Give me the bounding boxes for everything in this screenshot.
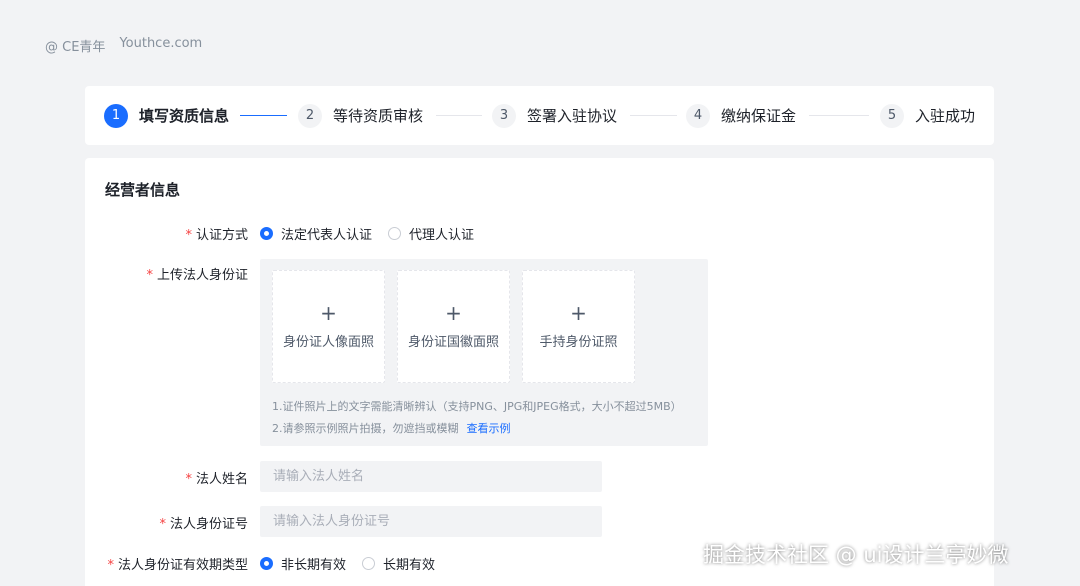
plus-icon: + — [445, 301, 462, 325]
step-number: 1 — [104, 103, 128, 128]
step-label: 入驻成功 — [915, 107, 976, 125]
auth-method-label: * 认证方式 — [185, 228, 248, 243]
brand-name: @ CE青年 — [45, 40, 106, 55]
radio-unchecked-icon[interactable] — [388, 227, 402, 240]
radio-non-permanent[interactable]: 非长期有效 — [260, 554, 346, 573]
required-mark: * — [146, 268, 153, 283]
upload-hint-2: 2.请参照示例照片拍摄，勿遮挡或模糊 查看示例 — [272, 422, 511, 435]
required-mark: * — [107, 558, 114, 573]
step-label: 填写资质信息 — [139, 107, 230, 125]
auth-method-radio-group: 法定代表人认证 代理人认证 — [260, 224, 490, 243]
step-3: 3 签署入驻协议 — [492, 86, 617, 145]
step-number: 4 — [686, 103, 710, 128]
step-number: 2 — [298, 103, 322, 128]
step-4: 4 缴纳保证金 — [686, 86, 796, 145]
radio-checked-icon[interactable] — [260, 227, 273, 240]
operator-info-form: 经营者信息 * 认证方式 法定代表人认证 代理人认证 * 上传法人身份证 + 身份证… — [85, 158, 994, 586]
watermark-text: 掘金技术社区 @ ui设计兰亭妙微 — [703, 543, 1009, 567]
brand-header: @ CE青年 Youthce.com — [45, 36, 202, 55]
section-title: 经营者信息 — [105, 181, 181, 199]
upload-slot-handheld[interactable]: + 手持身份证照 — [522, 270, 635, 383]
legal-name-input[interactable] — [260, 461, 602, 492]
upload-slot-emblem[interactable]: + 身份证国徽面照 — [397, 270, 510, 383]
step-2: 2 等待资质审核 — [298, 86, 423, 145]
step-5: 5 入驻成功 — [880, 86, 975, 145]
step-connector — [630, 115, 677, 116]
step-label: 缴纳保证金 — [721, 107, 797, 125]
radio-agent[interactable]: 代理人认证 — [388, 224, 474, 243]
required-mark: * — [185, 228, 192, 243]
id-number-input[interactable] — [260, 506, 602, 537]
upload-slot-portrait[interactable]: + 身份证人像面照 — [272, 270, 385, 383]
step-number: 3 — [492, 103, 516, 128]
upload-id-area: + 身份证人像面照 + 身份证国徽面照 + 手持身份证照 1.证件照片上的文字需… — [260, 259, 708, 446]
upload-hint-1: 1.证件照片上的文字需能清晰辨认（支持PNG、JPG和JPEG格式，大小不超过5… — [272, 400, 682, 413]
radio-checked-icon[interactable] — [260, 557, 273, 570]
view-example-link[interactable]: 查看示例 — [467, 422, 511, 435]
step-label: 签署入驻协议 — [527, 107, 618, 125]
plus-icon: + — [320, 301, 337, 325]
brand-site: Youthce.com — [119, 36, 203, 51]
step-number: 5 — [880, 103, 904, 128]
id-number-label: * 法人身份证号 — [159, 517, 248, 532]
step-1: 1 填写资质信息 — [104, 86, 229, 145]
radio-permanent[interactable]: 长期有效 — [362, 554, 435, 573]
step-progress: 1 填写资质信息 2 等待资质审核 3 签署入驻协议 4 缴纳保证金 5 入驻成… — [85, 86, 994, 145]
required-mark: * — [159, 517, 166, 532]
required-mark: * — [185, 472, 192, 487]
upload-id-label: * 上传法人身份证 — [146, 268, 248, 283]
radio-unchecked-icon[interactable] — [362, 557, 376, 570]
legal-name-label: * 法人姓名 — [185, 472, 248, 487]
step-connector — [436, 115, 482, 116]
step-connector — [809, 115, 869, 116]
plus-icon: + — [570, 301, 587, 325]
radio-legal-rep[interactable]: 法定代表人认证 — [260, 224, 372, 243]
step-label: 等待资质审核 — [333, 107, 424, 125]
id-validity-radio-group: 非长期有效 长期有效 — [260, 554, 451, 573]
step-connector — [240, 115, 287, 116]
id-validity-label: * 法人身份证有效期类型 — [107, 558, 248, 573]
